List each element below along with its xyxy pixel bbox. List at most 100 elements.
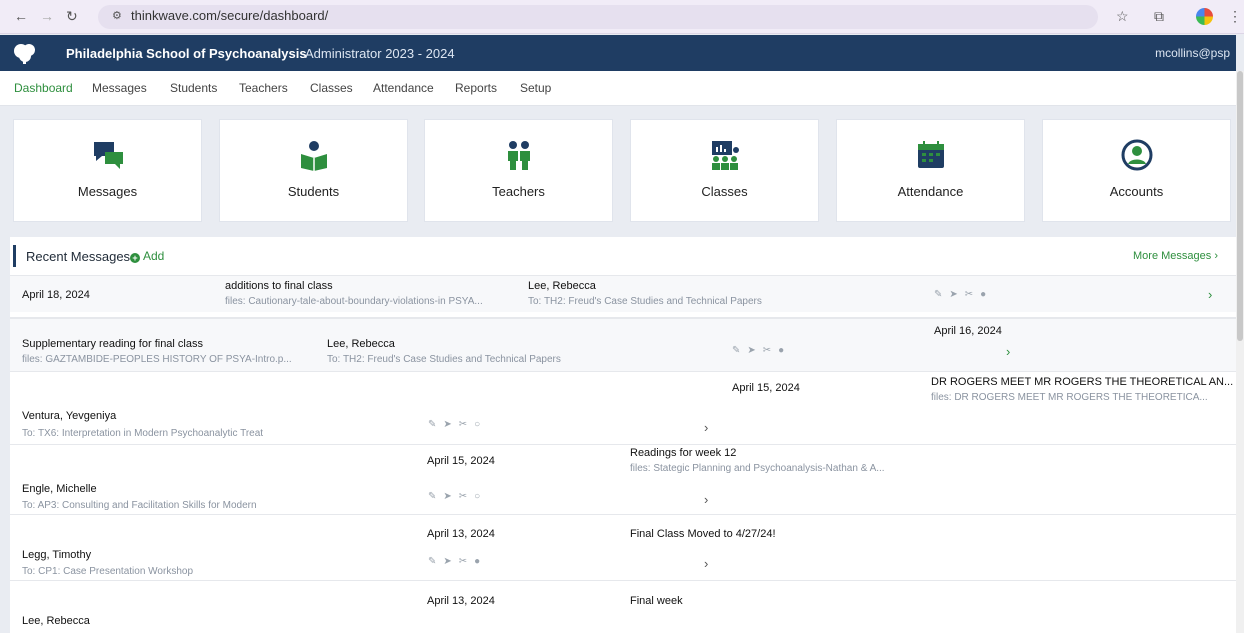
edit-icon[interactable]: ✎: [428, 419, 436, 430]
message-files[interactable]: files: GAZTAMBIDE-PEOPLES HISTORY OF PSY…: [22, 354, 292, 365]
message-row[interactable]: April 18, 2024 additions to final class …: [10, 275, 1236, 312]
main-nav: Dashboard Messages Students Teachers Cla…: [0, 71, 1236, 106]
nav-messages[interactable]: Messages: [92, 81, 147, 95]
message-recipient: To: TH2: Freud's Case Studies and Techni…: [528, 296, 762, 307]
message-status-icons: ✎ ➤ ✂ ●: [732, 345, 784, 356]
term-label[interactable]: Administrator 2023 - 2024: [305, 46, 455, 61]
comment-icon: ●: [980, 289, 987, 300]
site-info-icon[interactable]: ⚙: [112, 9, 122, 22]
sent-icon: ➤: [443, 419, 452, 430]
message-status-icons: ✎ ➤ ✂ ●: [428, 556, 480, 567]
message-row[interactable]: April 15, 2024 Readings for week 12 file…: [10, 444, 1236, 514]
bookmark-star-icon[interactable]: ☆: [1116, 8, 1129, 25]
card-students[interactable]: Students: [219, 119, 408, 222]
message-row[interactable]: DR ROGERS MEET MR ROGERS THE THEORETICAL…: [10, 371, 1236, 444]
edit-icon[interactable]: ✎: [732, 345, 740, 356]
open-message-chevron-icon[interactable]: ›: [704, 420, 708, 435]
user-account[interactable]: mcollins@psp: [1155, 46, 1230, 60]
message-row[interactable]: April 16, 2024 Supplementary reading for…: [10, 317, 1236, 371]
message-subject[interactable]: Final week: [630, 595, 683, 607]
scrollbar-thumb[interactable]: [1237, 71, 1243, 341]
add-label: Add: [143, 249, 165, 263]
message-date: April 18, 2024: [22, 289, 90, 301]
message-status-icons: ✎ ➤ ✂ ○: [428, 419, 480, 430]
message-date: April 13, 2024: [427, 528, 495, 540]
message-date: April 13, 2024: [427, 595, 495, 607]
message-files[interactable]: files: Cautionary-tale-about-boundary-vi…: [225, 296, 483, 307]
card-label: Classes: [701, 184, 748, 199]
nav-teachers[interactable]: Teachers: [239, 81, 288, 95]
open-message-chevron-icon[interactable]: ›: [1006, 344, 1010, 359]
open-message-chevron-icon[interactable]: ›: [704, 556, 708, 571]
nav-dashboard[interactable]: Dashboard: [14, 81, 73, 95]
message-date: April 16, 2024: [934, 325, 1002, 337]
page-scrollbar[interactable]: [1236, 71, 1244, 633]
open-message-chevron-icon[interactable]: ›: [704, 492, 708, 507]
message-row[interactable]: April 13, 2024 Final Class Moved to 4/27…: [10, 514, 1236, 580]
message-subject[interactable]: Supplementary reading for final class: [22, 338, 203, 350]
card-accounts[interactable]: Accounts: [1042, 119, 1231, 222]
card-label: Attendance: [897, 184, 964, 199]
app-header: Philadelphia School of Psychoanalysis Ad…: [0, 35, 1236, 71]
panel-title: Recent Messages: [26, 249, 131, 264]
edit-icon[interactable]: ✎: [428, 491, 436, 502]
more-messages-label: More Messages: [1133, 250, 1212, 262]
message-recipient: To: TX6: Interpretation in Modern Psycho…: [22, 428, 264, 439]
message-files[interactable]: files: DR ROGERS MEET MR ROGERS THE THEO…: [931, 392, 1208, 403]
comment-icon: ●: [474, 556, 481, 567]
message-sender: Engle, Michelle: [22, 483, 97, 495]
card-label: Accounts: [1109, 184, 1164, 199]
browser-menu-icon[interactable]: ⋮: [1228, 8, 1242, 25]
url-text[interactable]: thinkwave.com/secure/dashboard/: [131, 8, 328, 23]
edit-icon[interactable]: ✎: [428, 556, 436, 567]
accounts-icon: [1121, 139, 1152, 171]
extensions-icon[interactable]: ⧉: [1154, 8, 1164, 25]
message-date: April 15, 2024: [427, 455, 495, 467]
school-logo-icon[interactable]: [12, 41, 38, 65]
card-classes[interactable]: Classes: [630, 119, 819, 222]
card-attendance[interactable]: Attendance: [836, 119, 1025, 222]
forward-icon[interactable]: →: [40, 8, 54, 24]
message-subject[interactable]: additions to final class: [225, 280, 333, 292]
back-icon[interactable]: ←: [14, 8, 28, 24]
teachers-icon: [507, 141, 530, 170]
card-label: Students: [287, 184, 340, 199]
message-subject[interactable]: Readings for week 12: [630, 447, 736, 459]
message-sender: Lee, Rebecca: [22, 615, 90, 627]
comment-icon: ●: [778, 345, 785, 356]
nav-setup[interactable]: Setup: [520, 81, 551, 95]
message-row[interactable]: April 13, 2024 Final week Lee, Rebecca: [10, 580, 1236, 633]
message-files[interactable]: files: Stategic Planning and Psychoanaly…: [630, 463, 885, 474]
profile-avatar-icon[interactable]: [1196, 8, 1213, 25]
nav-students[interactable]: Students: [170, 81, 217, 95]
nav-reports[interactable]: Reports: [455, 81, 497, 95]
message-sender: Legg, Timothy: [22, 549, 92, 561]
message-status-icons: ✎ ➤ ✂ ○: [428, 491, 480, 502]
edit-icon[interactable]: ✎: [934, 289, 942, 300]
message-sender: Lee, Rebecca: [528, 280, 596, 292]
nav-attendance[interactable]: Attendance: [373, 81, 434, 95]
message-subject[interactable]: DR ROGERS MEET MR ROGERS THE THEORETICAL…: [931, 376, 1233, 388]
sent-icon: ➤: [443, 556, 452, 567]
message-recipient: To: TH2: Freud's Case Studies and Techni…: [327, 354, 561, 365]
recent-messages-panel: Recent Messages + Add More Messages › Apr…: [10, 237, 1236, 633]
attachment-icon: ✂: [964, 289, 974, 300]
more-messages-link[interactable]: More Messages ›: [1133, 250, 1218, 262]
card-messages[interactable]: Messages: [13, 119, 202, 222]
reload-icon[interactable]: ↻: [66, 8, 78, 25]
attachment-icon: ✂: [762, 345, 772, 356]
sent-icon: ➤: [443, 491, 452, 502]
message-sender: Ventura, Yevgeniya: [22, 410, 117, 422]
panel-accent-bar: [13, 245, 16, 267]
classes-icon: [711, 141, 739, 170]
messages-icon: [93, 142, 123, 169]
school-name[interactable]: Philadelphia School of Psychoanalysis: [66, 46, 307, 61]
card-teachers[interactable]: Teachers: [424, 119, 613, 222]
add-message-button[interactable]: + Add: [130, 249, 164, 263]
attendance-icon: [917, 141, 944, 168]
nav-classes[interactable]: Classes: [310, 81, 353, 95]
students-icon: [300, 141, 327, 171]
attachment-icon: ✂: [458, 556, 468, 567]
open-message-chevron-icon[interactable]: ›: [1208, 287, 1212, 302]
message-subject[interactable]: Final Class Moved to 4/27/24!: [630, 528, 776, 540]
